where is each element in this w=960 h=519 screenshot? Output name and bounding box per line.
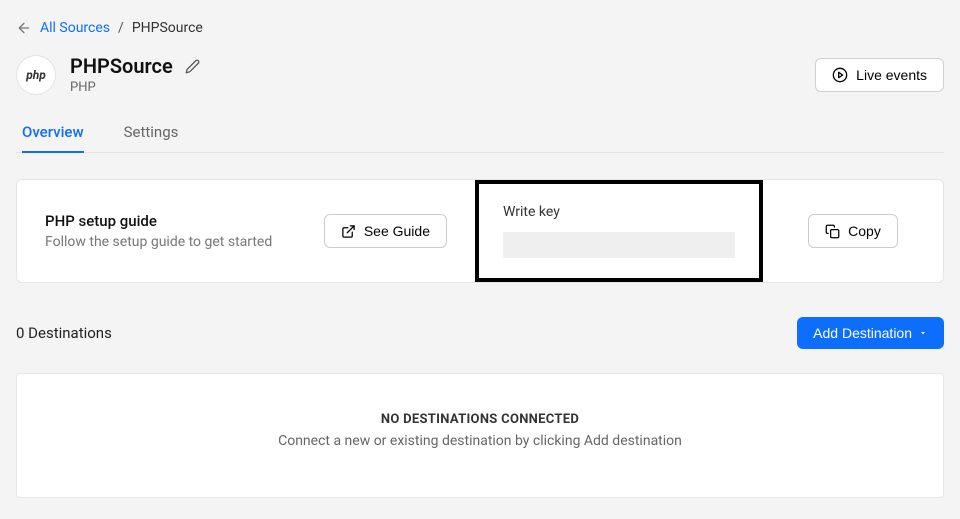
edit-icon[interactable] <box>185 59 200 74</box>
write-key-input[interactable] <box>503 232 735 258</box>
title-block: PHPSource PHP <box>70 54 200 95</box>
copy-label: Copy <box>848 223 881 239</box>
write-key-label: Write key <box>503 204 735 220</box>
tabs: Overview Settings <box>16 123 944 153</box>
see-guide-button[interactable]: See Guide <box>324 214 447 248</box>
page-subtitle: PHP <box>70 80 200 95</box>
tab-overview[interactable]: Overview <box>22 123 84 153</box>
header-left: php PHPSource PHP <box>16 54 200 95</box>
destinations-count: 0 Destinations <box>16 324 112 342</box>
setup-title: PHP setup guide <box>45 212 272 230</box>
live-events-label: Live events <box>856 67 927 83</box>
page-header: php PHPSource PHP Live events <box>16 54 944 95</box>
setup-subtitle: Follow the setup guide to get started <box>45 234 272 250</box>
see-guide-label: See Guide <box>364 223 430 239</box>
breadcrumb-link-all-sources[interactable]: All Sources <box>40 20 110 36</box>
copy-region: Copy <box>763 180 943 282</box>
destinations-header: 0 Destinations Add Destination <box>16 317 944 349</box>
copy-button[interactable]: Copy <box>808 214 898 248</box>
setup-text: PHP setup guide Follow the setup guide t… <box>45 212 272 250</box>
setup-left: PHP setup guide Follow the setup guide t… <box>17 180 475 282</box>
destinations-empty: NO DESTINATIONS CONNECTED Connect a new … <box>16 373 944 498</box>
destinations-empty-subtitle: Connect a new or existing destination by… <box>37 433 923 449</box>
breadcrumb-separator: / <box>118 20 124 36</box>
caret-down-icon <box>918 328 928 338</box>
copy-icon <box>825 224 840 239</box>
breadcrumb-current: PHPSource <box>132 20 203 36</box>
source-logo: php <box>16 55 56 95</box>
tab-settings[interactable]: Settings <box>124 123 179 153</box>
add-destination-button[interactable]: Add Destination <box>797 317 944 349</box>
page-title: PHPSource <box>70 54 173 78</box>
destinations-empty-title: NO DESTINATIONS CONNECTED <box>37 412 923 427</box>
setup-card: PHP setup guide Follow the setup guide t… <box>16 179 944 283</box>
live-events-button[interactable]: Live events <box>815 58 944 92</box>
add-destination-label: Add Destination <box>813 325 912 341</box>
back-arrow-icon[interactable] <box>16 20 32 36</box>
breadcrumb: All Sources / PHPSource <box>16 20 944 36</box>
external-link-icon <box>341 224 356 239</box>
play-circle-icon <box>832 67 848 83</box>
write-key-region: Write key <box>475 180 763 282</box>
